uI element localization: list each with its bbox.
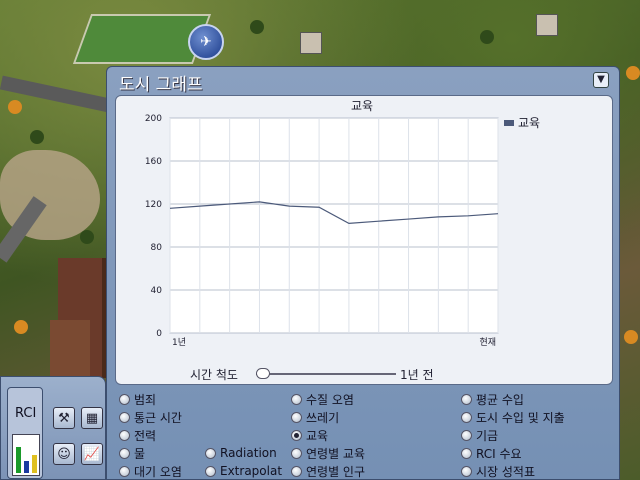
plot-area	[169, 117, 499, 334]
radio-button[interactable]	[291, 393, 302, 405]
radio-button[interactable]	[461, 465, 472, 477]
graph-option[interactable]: 교육	[291, 427, 328, 443]
rci-label: RCI	[15, 406, 37, 421]
graph-option-label: 대기 오염	[134, 464, 182, 479]
graph-option[interactable]: 연령별 인구	[291, 463, 365, 479]
graph-option-label: 범죄	[134, 392, 157, 407]
graph-option[interactable]: 전력	[119, 427, 156, 443]
radio-button[interactable]	[119, 429, 130, 441]
graph-option[interactable]: 수질 오염	[291, 391, 354, 407]
graph-option[interactable]: 기금	[461, 427, 498, 443]
graph-option-label: Radiation	[220, 446, 277, 460]
tree	[626, 66, 640, 80]
advisor-icon[interactable]: ☺	[53, 443, 75, 465]
radio-button[interactable]	[119, 447, 130, 459]
graph-panel: 교육 0 40 80 120 160 200 1년 현재 교육 시간 척도 1년 전	[115, 95, 613, 385]
time-scale: 시간 척도 1년 전	[186, 366, 606, 382]
graph-option-label: 연령별 교육	[306, 446, 366, 461]
graph-option[interactable]: 통근 시간	[119, 409, 182, 425]
graph-option[interactable]: 도시 수입 및 지출	[461, 409, 565, 425]
radio-button[interactable]	[119, 411, 130, 423]
tree	[8, 100, 22, 114]
graph-option-label: 도시 수입 및 지출	[476, 410, 565, 425]
graph-icon[interactable]: 📈	[81, 443, 103, 465]
graph-option-label: 교육	[306, 428, 329, 443]
graph-option[interactable]: RCI 수요	[461, 445, 522, 461]
radio-button[interactable]	[291, 411, 302, 423]
graph-option[interactable]: 쓰레기	[291, 409, 339, 425]
radio-button[interactable]	[461, 447, 472, 459]
y-tick-label: 40	[151, 286, 163, 296]
time-scale-slider[interactable]	[256, 368, 270, 379]
graph-option[interactable]: 시장 성적표	[461, 463, 535, 479]
rci-residential-bar	[16, 447, 21, 473]
grid-icon[interactable]: ▦	[81, 407, 103, 429]
helicopter-icon[interactable]: ✈	[188, 24, 224, 60]
radio-button[interactable]	[119, 393, 130, 405]
tree	[624, 330, 638, 344]
rci-industrial-bar	[32, 455, 37, 473]
tree	[480, 30, 494, 44]
graph-option-label: 물	[134, 446, 146, 461]
radio-button[interactable]	[119, 465, 130, 477]
radio-button[interactable]	[461, 429, 472, 441]
window-title: 도시 그래프	[119, 75, 203, 95]
radio-button[interactable]	[291, 465, 302, 477]
time-scale-value: 1년 전	[400, 368, 434, 382]
tree	[250, 20, 264, 34]
tree	[14, 320, 28, 334]
graph-option-label: 기금	[476, 428, 499, 443]
radio-button[interactable]	[205, 465, 216, 477]
graph-option[interactable]: 대기 오염	[119, 463, 182, 479]
hammer-icon[interactable]: ⚒	[53, 407, 75, 429]
building	[50, 320, 90, 380]
city-graph-window: 도시 그래프 ▼ 교육 0 40 80 120 160 200 1년 현재 교육 시간 척도 1…	[106, 66, 620, 480]
graph-option-label: 쓰레기	[306, 410, 340, 425]
y-tick-label: 0	[156, 329, 162, 339]
radio-button[interactable]	[461, 411, 472, 423]
chart-title: 교육	[351, 99, 373, 113]
graph-option[interactable]: 연령별 교육	[291, 445, 365, 461]
radio-button[interactable]	[291, 429, 302, 441]
y-tick-label: 120	[145, 200, 162, 210]
tree	[30, 130, 44, 144]
time-scale-label: 시간 척도	[190, 368, 238, 382]
y-tick-label: 80	[151, 243, 163, 253]
legend-swatch	[504, 119, 514, 126]
radio-button[interactable]	[205, 447, 216, 459]
x-tick-label: 현재	[479, 337, 496, 348]
rci-indicator	[12, 434, 40, 476]
graph-option-label: 시장 성적표	[476, 464, 536, 479]
radio-button[interactable]	[291, 447, 302, 459]
y-tick-label: 160	[145, 157, 162, 167]
chevron-down-icon[interactable]: ▼	[593, 72, 609, 88]
tree	[80, 230, 94, 244]
graph-option-label: 전력	[134, 428, 157, 443]
graph-option-label: 수질 오염	[306, 392, 354, 407]
graph-option-label: 연령별 인구	[306, 464, 366, 479]
graph-option[interactable]: Extrapolat	[205, 463, 282, 479]
rci-commercial-bar	[24, 461, 29, 473]
graph-option-label: Extrapolat	[220, 464, 283, 478]
bottom-left-toolbar: RCI ⚒ ▦ ☺ 📈	[0, 376, 106, 480]
rci-panel[interactable]: RCI	[7, 387, 43, 479]
line-chart: 교육 0 40 80 120 160 200 1년 현재	[145, 99, 499, 348]
graph-option-label: 통근 시간	[134, 410, 182, 425]
building	[536, 14, 558, 36]
graph-option-label: RCI 수요	[476, 446, 522, 461]
legend-label: 교육	[518, 116, 541, 130]
y-tick-label: 200	[145, 114, 162, 124]
graph-option[interactable]: 평균 수입	[461, 391, 524, 407]
x-tick-label: 1년	[172, 337, 186, 348]
graph-options: 범죄통근 시간전력물대기 오염 Radiation Extrapolat 수질 오염쓰…	[115, 389, 613, 480]
time-scale-track[interactable]	[256, 373, 396, 375]
graph-option[interactable]: 물	[119, 445, 145, 461]
radio-button[interactable]	[461, 393, 472, 405]
graph-option[interactable]: Radiation	[205, 445, 277, 461]
graph-option[interactable]: 범죄	[119, 391, 156, 407]
graph-option-label: 평균 수입	[476, 392, 524, 407]
chart-legend: 교육	[504, 114, 540, 131]
building	[300, 32, 322, 54]
